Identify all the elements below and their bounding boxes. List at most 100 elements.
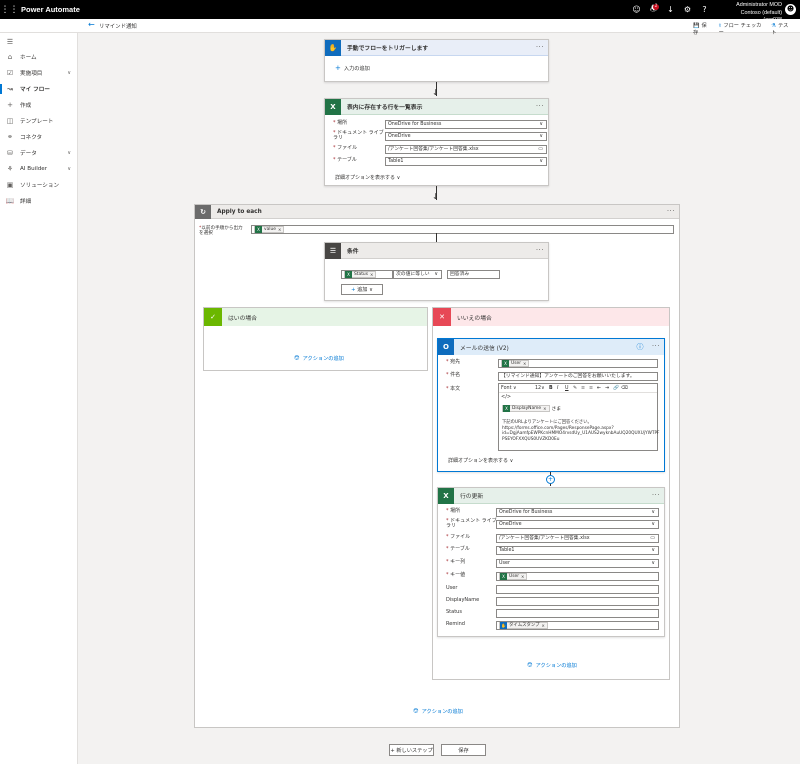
outdent-icon[interactable]: ⇤ (597, 386, 605, 391)
status-token[interactable]: X Status × (344, 271, 377, 278)
nav-item-create[interactable]: + 作成 (0, 98, 78, 112)
font-dropdown[interactable]: Font ∨ (501, 386, 535, 391)
nav-item-solutions[interactable]: ▣ ソリューション (0, 178, 78, 192)
body-editor[interactable]: Font ∨ 12∨ B I U ✎ ≡ ≡ ⇤ ⇥ 🔗 ⌫ </> X Disp… (498, 383, 660, 451)
highlight-icon[interactable]: ✎ (573, 386, 581, 391)
nav-item-learn[interactable]: 📖 詳細 (0, 194, 78, 208)
font-size-dropdown[interactable]: 12∨ (535, 386, 549, 391)
remove-icon[interactable]: × (521, 573, 524, 580)
send-mail-card[interactable]: O メールの送信 (V2) ⓘ ··· * 宛先 X User × * 件名 【リマ… (437, 338, 665, 472)
condition-left-operand[interactable]: X Status × (341, 270, 393, 279)
remove-icon[interactable]: × (278, 226, 281, 233)
app-title[interactable]: Power Automate (21, 5, 80, 14)
save-command[interactable]: 💾 保存 (693, 22, 711, 36)
to-field[interactable]: X User × (498, 358, 658, 368)
bold-icon[interactable]: B (549, 386, 557, 391)
remove-icon[interactable]: × (523, 360, 526, 367)
value-token[interactable]: Xvalue × (254, 226, 285, 233)
location-dropdown[interactable]: OneDrive for Business ∨ (385, 119, 547, 129)
add-input-button[interactable]: + 入力の追加 (335, 64, 370, 72)
info-icon[interactable]: ⓘ (637, 342, 645, 352)
new-step-button[interactable]: + 新しいステップ (389, 744, 434, 756)
file-picker[interactable]: /アンケート回答集/アンケート回答集.xlsx ▭ (496, 533, 659, 543)
displayname-column-field[interactable] (496, 596, 659, 606)
trigger-header[interactable]: ✋ 手動でフローをトリガーします ··· (325, 39, 548, 56)
condition-right-operand[interactable]: 回答済み (447, 270, 500, 279)
table-dropdown[interactable]: Table1 ∨ (496, 545, 659, 555)
more-options-icon[interactable]: ··· (536, 102, 544, 110)
library-dropdown[interactable]: OneDrive ∨ (496, 519, 659, 529)
update-row-card[interactable]: X 行の更新 ··· * 場所 OneDrive for Business ∨ *… (437, 487, 665, 637)
list-rows-header[interactable]: X 表内に存在する行を一覧表示 ··· (325, 98, 548, 115)
remind-column-field[interactable]: ✋ タイムスタンプ × (496, 620, 659, 630)
more-options-icon[interactable]: ··· (667, 207, 675, 215)
folder-icon[interactable]: ▭ (650, 535, 655, 542)
condition-add-button[interactable]: + 追加 ∨ (341, 284, 383, 295)
back-arrow-icon[interactable]: ← (88, 20, 95, 29)
folder-icon[interactable]: ▭ (538, 146, 543, 153)
save-button[interactable]: 保存 (441, 744, 486, 756)
no-branch-header[interactable]: ✕ いいえの場合 (433, 308, 669, 326)
key-column-dropdown[interactable]: User ∨ (496, 558, 659, 568)
location-dropdown[interactable]: OneDrive for Business ∨ (496, 507, 659, 517)
file-picker[interactable]: /アンケート回答集/アンケート回答集.xlsx ▭ (385, 144, 547, 154)
yes-branch-header[interactable]: ✓ はいの場合 (204, 308, 427, 326)
list-rows-card[interactable]: X 表内に存在する行を一覧表示 ··· * 場所 OneDrive for Bu… (324, 98, 549, 186)
show-advanced-options[interactable]: 詳細オプションを表示する ∨ (448, 457, 513, 464)
yes-branch[interactable]: ✓ はいの場合 ⎊ アクションの追加 (203, 307, 428, 371)
smiley-icon[interactable]: ☺ (628, 5, 645, 14)
condition-operator-dropdown[interactable]: 次の値に等しい ∨ (393, 270, 442, 279)
nav-item-templates[interactable]: ◫ テンプレート (0, 114, 78, 128)
update-row-header[interactable]: X 行の更新 ··· (438, 487, 664, 504)
nav-item-my-flows[interactable]: ↝ マイ フロー (0, 82, 78, 96)
displayname-token[interactable]: X DisplayName × (502, 405, 550, 412)
indent-icon[interactable]: ⇥ (605, 386, 613, 391)
user-token[interactable]: X User × (499, 572, 528, 580)
library-dropdown[interactable]: OneDrive ∨ (385, 131, 547, 141)
more-options-icon[interactable]: ··· (652, 342, 660, 350)
no-add-action-button[interactable]: ⎊ アクションの追加 (527, 661, 577, 670)
unlink-icon[interactable]: ⌫ (621, 386, 629, 391)
numbered-list-icon[interactable]: ≡ (589, 386, 597, 391)
nav-item-action-items[interactable]: ☑ 実施項目 ∨ (0, 66, 78, 80)
help-icon[interactable]: ? (696, 5, 713, 14)
italic-icon[interactable]: I (557, 386, 565, 391)
nav-item-data[interactable]: ⛁ データ ∨ (0, 146, 78, 160)
timestamp-token[interactable]: ✋ タイムスタンプ × (499, 621, 548, 629)
select-output-field[interactable]: Xvalue × (251, 225, 674, 234)
bullet-list-icon[interactable]: ≡ (581, 386, 589, 391)
key-value-field[interactable]: X User × (496, 571, 659, 581)
test-command[interactable]: ⚗ テスト (771, 22, 792, 36)
more-options-icon[interactable]: ··· (536, 43, 544, 51)
insert-step-icon[interactable]: + (546, 475, 555, 484)
remove-icon[interactable]: × (542, 622, 545, 629)
remove-icon[interactable]: × (543, 406, 546, 411)
more-options-icon[interactable]: ··· (652, 491, 660, 499)
trigger-card[interactable]: ✋ 手動でフローをトリガーします ··· + 入力の追加 (324, 39, 549, 82)
bell-icon[interactable]: 🕭1 (645, 3, 662, 17)
yes-add-action-button[interactable]: ⎊ アクションの追加 (294, 354, 344, 363)
condition-card[interactable]: ☰ 条件 ··· X Status × 次の値に等しい ∨ 回答済み + 追加 ∨ (324, 242, 549, 301)
apply-to-each-header[interactable]: ↻ Apply to each ··· (195, 204, 679, 219)
download-icon[interactable]: ↓ (662, 5, 679, 14)
condition-header[interactable]: ☰ 条件 ··· (325, 242, 548, 259)
nav-item-home[interactable]: ⌂ ホーム (0, 50, 78, 64)
avatar[interactable]: ☻ (785, 4, 796, 15)
status-column-field[interactable] (496, 608, 659, 618)
send-mail-header[interactable]: O メールの送信 (V2) ⓘ ··· (438, 339, 664, 355)
waffle-icon[interactable]: ⋮⋮ (0, 0, 19, 19)
show-advanced-options[interactable]: 詳細オプションを表示する ∨ (335, 174, 400, 181)
table-dropdown[interactable]: Table1 ∨ (385, 156, 547, 166)
more-options-icon[interactable]: ··· (536, 246, 544, 254)
nav-item-ai-builder[interactable]: ⚘ AI Builder ∨ (0, 162, 78, 176)
loop-add-action-button[interactable]: ⎊ アクションの追加 (413, 707, 463, 716)
nav-item-connectors[interactable]: ⚭ コネクタ (0, 130, 78, 144)
nav-collapse[interactable]: ☰ (0, 35, 78, 49)
remove-icon[interactable]: × (370, 271, 373, 278)
gear-icon[interactable]: ⚙ (679, 5, 696, 14)
flow-checker-command[interactable]: ⚕ フロー チェッカー (719, 22, 764, 36)
code-view-icon[interactable]: </> (501, 394, 511, 400)
subject-field[interactable]: 【リマインド通知】アンケートのご回答をお願いいたします。 (498, 371, 658, 381)
underline-icon[interactable]: U (565, 386, 573, 391)
user-column-field[interactable] (496, 584, 659, 594)
